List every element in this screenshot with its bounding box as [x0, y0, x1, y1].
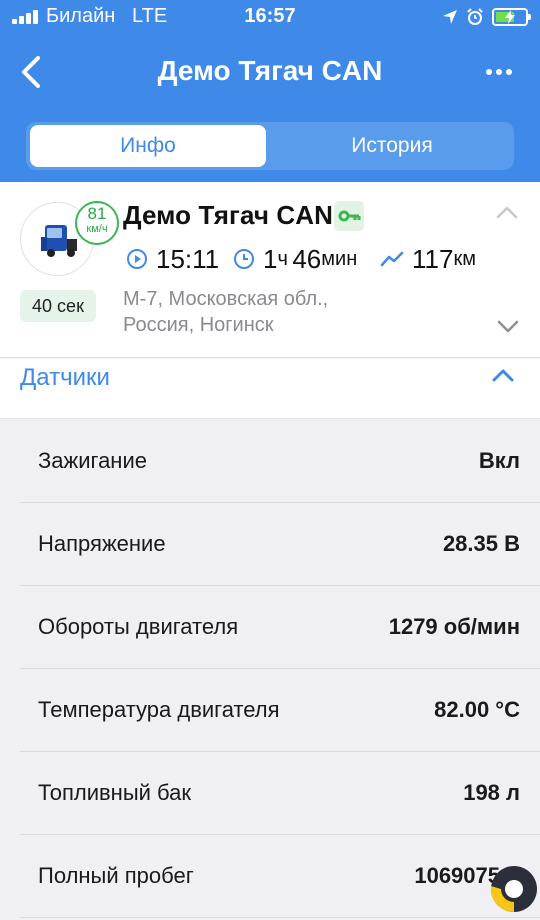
duration-minutes-unit: мин: [321, 247, 358, 270]
chevron-up-icon[interactable]: [496, 204, 518, 220]
duration-hours: 1: [263, 243, 278, 274]
play-circle-icon: [127, 249, 147, 269]
status-icons: [442, 6, 531, 28]
alarm-icon: [467, 8, 483, 25]
sensor-label: Температура двигателя: [38, 697, 280, 722]
trip-distance-stat: 117 км: [380, 244, 476, 274]
page-title: Демо Тягач CAN: [157, 55, 383, 86]
battery-charging-icon: [492, 8, 531, 26]
address-line-2: Россия, Ногинск: [123, 314, 274, 336]
last-update-age: 40 сек: [20, 290, 96, 322]
sensor-value: 82.00 °C: [434, 697, 520, 722]
sensor-value: 28.35 В: [442, 531, 520, 556]
app-header: Билайн LTE 16:57 Демо Тягач CAN Инфо Ист…: [0, 0, 540, 182]
address-line-1: М-7, Московская обл.,: [123, 288, 329, 310]
distance-value: 117: [412, 243, 454, 274]
sensor-row-voltage: Напряжение 28.35 В: [20, 503, 540, 586]
sensor-row-odometer: Полный пробег 1069075: [20, 835, 540, 918]
distance-unit: км: [453, 247, 476, 270]
sensor-label: Обороты двигателя: [38, 614, 239, 639]
status-bar: Билайн LTE 16:57: [0, 0, 540, 36]
sensor-value: Вкл: [478, 448, 520, 473]
sensor-value: 1279 об/мин: [388, 614, 520, 639]
sensor-row-engine-temp: Температура двигателя 82.00 °C: [20, 669, 540, 752]
clock-icon: [234, 249, 254, 269]
vehicle-name: Демо Тягач CAN: [123, 200, 334, 230]
trip-duration-stat: 1ч 46 мин: [233, 244, 357, 274]
chevron-down-icon[interactable]: [497, 318, 519, 334]
location-arrow-icon: [443, 10, 457, 24]
tab-info[interactable]: Инфо: [30, 125, 266, 167]
duration-minutes: 46: [292, 243, 322, 274]
sensor-row-fuel-tank: Топливный бак 198 л: [20, 752, 540, 835]
ellipsis-icon[interactable]: [486, 60, 512, 84]
ignition-key-icon: [334, 201, 364, 231]
duration-hours-unit: ч: [277, 247, 288, 270]
speed-value: 81: [87, 204, 107, 223]
sensor-value: 198 л: [463, 780, 520, 805]
chat-assistant-icon[interactable]: [487, 862, 537, 916]
sensor-label: Топливный бак: [38, 780, 192, 805]
trend-line-icon: [380, 251, 404, 267]
sensor-label: Полный пробег: [38, 863, 194, 888]
trip-start-stat: 15:11: [126, 244, 219, 274]
segmented-tabs: Инфо История: [26, 122, 514, 170]
vehicle-address: М-7, Московская обл., Россия, Ногинск: [123, 286, 443, 338]
chevron-up-icon[interactable]: [492, 367, 514, 383]
tab-history[interactable]: История: [274, 125, 510, 167]
sensor-row-ignition: Зажигание Вкл: [20, 420, 540, 503]
sensors-section-title: Датчики: [20, 364, 110, 391]
sensor-row-engine-rpm: Обороты двигателя 1279 об/мин: [20, 586, 540, 669]
trip-start-time: 15:11: [156, 243, 220, 274]
speed-unit: км/ч: [86, 223, 108, 235]
sensor-label: Напряжение: [38, 531, 166, 556]
sensor-label: Зажигание: [38, 448, 147, 473]
speed-badge: 81 км/ч: [75, 201, 119, 245]
